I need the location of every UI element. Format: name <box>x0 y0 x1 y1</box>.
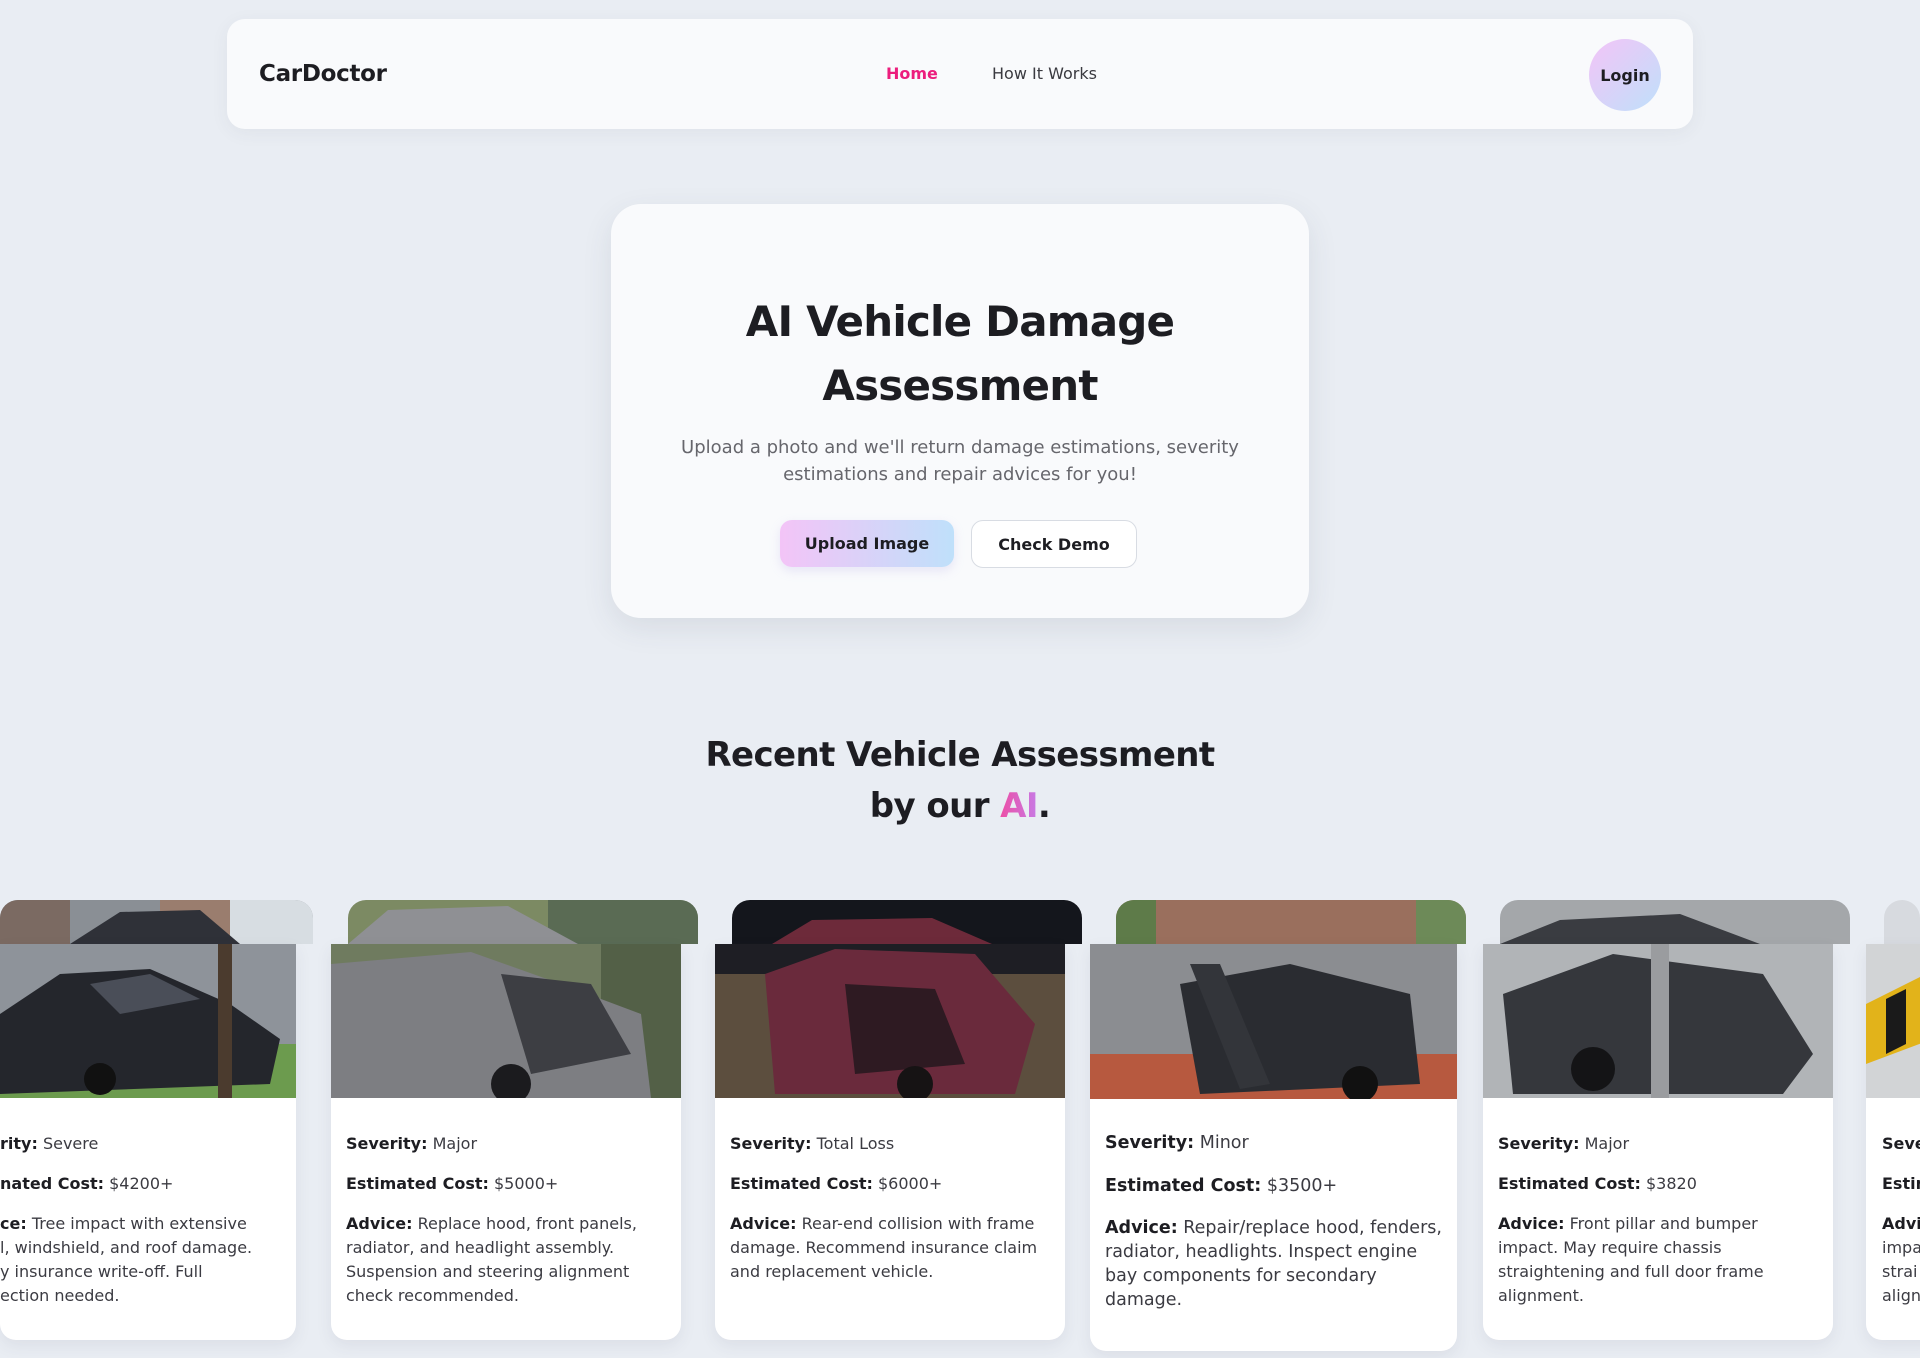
car-photo <box>348 900 698 944</box>
car-photo <box>1866 944 1920 1098</box>
nav-link-home[interactable]: Home <box>886 19 938 129</box>
cost-value: $4200+ <box>109 1174 174 1193</box>
assessment-card[interactable]: Severity: Major Estimated Cost: $5000+ A… <box>331 944 681 1340</box>
card-photo-top <box>0 900 313 944</box>
assessment-card[interactable]: Severity: Major Estimated Cost: $3820 Ad… <box>1483 944 1833 1340</box>
card-info: rity: Severe nated Cost: $4200+ ce: Tree… <box>0 1134 253 1305</box>
car-photo <box>732 900 1082 944</box>
card-info: Seve Estin Adviimpastraialign <box>1882 1134 1920 1305</box>
card-photo-top <box>1500 900 1850 944</box>
severity-value: Minor <box>1199 1133 1249 1153</box>
card-photo-top <box>732 900 1082 944</box>
severity-value: Major <box>1584 1134 1630 1153</box>
hero-title: AI Vehicle Damage Assessment <box>745 297 1175 410</box>
car-photo <box>715 944 1065 1098</box>
car-photo <box>1500 900 1850 944</box>
brand-logo[interactable]: CarDoctor <box>259 19 387 129</box>
car-photo <box>1483 944 1833 1098</box>
card-photo-top <box>348 900 698 944</box>
navbar: CarDoctor Home How It Works Login <box>227 19 1693 129</box>
severity-value: Total Loss <box>816 1134 895 1153</box>
ai-highlight: AI <box>1000 786 1038 826</box>
check-demo-button[interactable]: Check Demo <box>971 520 1137 568</box>
assessment-card[interactable]: Severity: Total Loss Estimated Cost: $60… <box>715 944 1065 1340</box>
upload-image-button[interactable]: Upload Image <box>780 520 954 567</box>
car-photo <box>0 944 296 1098</box>
login-button[interactable]: Login <box>1589 39 1661 111</box>
car-photo <box>0 900 313 944</box>
recent-assessment-title: Recent Vehicle Assessment by our AI. <box>705 735 1215 826</box>
cost-value: $6000+ <box>877 1174 943 1193</box>
card-photo-top <box>1116 900 1466 944</box>
nav-link-how-it-works[interactable]: How It Works <box>992 19 1097 129</box>
card-info: Severity: Major Estimated Cost: $5000+ A… <box>346 1134 637 1305</box>
severity-value: Major <box>432 1134 478 1153</box>
cost-value: $3500+ <box>1266 1176 1338 1196</box>
hero-subtitle: Upload a photo and we'll return damage e… <box>681 437 1239 485</box>
car-photo <box>1116 900 1466 944</box>
hero-card: AI Vehicle Damage Assessment Upload a ph… <box>611 204 1309 618</box>
severity-value: Severe <box>42 1134 99 1153</box>
assessment-card[interactable]: rity: Severe nated Cost: $4200+ ce: Tree… <box>0 944 296 1340</box>
assessment-card[interactable]: Severity: Minor Estimated Cost: $3500+ A… <box>1090 944 1457 1351</box>
assessment-card[interactable]: Seve Estin Adviimpastraialign <box>1866 944 1920 1340</box>
card-info: Severity: Major Estimated Cost: $3820 Ad… <box>1498 1134 1764 1305</box>
car-photo <box>1884 900 1920 944</box>
card-info: Severity: Minor Estimated Cost: $3500+ A… <box>1105 1133 1442 1310</box>
car-photo <box>1090 944 1457 1099</box>
cost-value: $3820 <box>1645 1174 1697 1193</box>
car-photo <box>331 944 681 1098</box>
card-photo-top <box>1884 900 1920 944</box>
cost-value: $5000+ <box>493 1174 559 1193</box>
card-info: Severity: Total Loss Estimated Cost: $60… <box>730 1134 1038 1281</box>
